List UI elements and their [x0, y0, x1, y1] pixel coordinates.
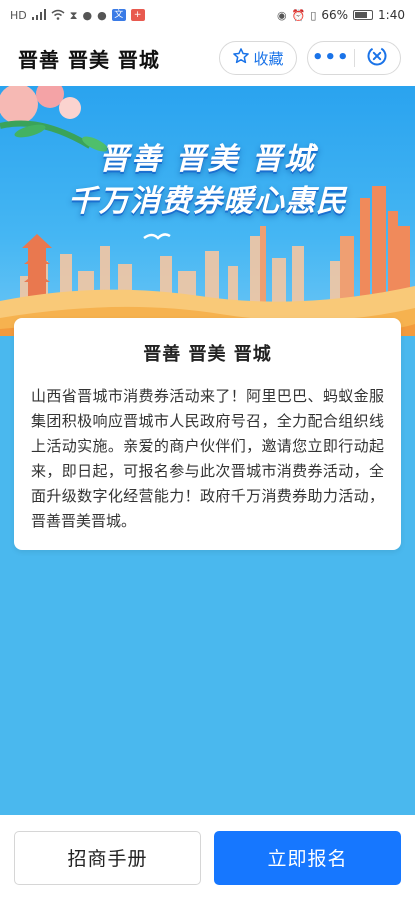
- card-body: 山西省晋城市消费券活动来了！阿里巴巴、蚂蚁金服集团积极响应晋城市人民政府号召，全…: [31, 387, 384, 530]
- star-icon: [232, 47, 250, 69]
- bottom-action-bar: 招商手册 立即报名: [0, 815, 415, 900]
- card-title: 晋善 晋美 晋城: [143, 344, 272, 365]
- signup-now-button[interactable]: 立即报名: [214, 830, 401, 885]
- translate-icon: 文: [111, 9, 126, 21]
- intro-card: 晋善 晋美 晋城 山西省晋城市消费券活动来了！阿里巴巴、蚂蚁金服集团积极响应晋城…: [14, 318, 401, 550]
- banner-headline-2: 千万消费券暖心惠民: [68, 184, 347, 219]
- more-button[interactable]: •••: [308, 41, 354, 75]
- signal-icon: [31, 8, 46, 22]
- clock: 1:40: [378, 8, 405, 22]
- close-button[interactable]: [355, 45, 401, 71]
- vibrate-icon: ▯: [310, 8, 317, 22]
- merchant-handbook-button[interactable]: 招商手册: [14, 830, 201, 885]
- banner-headline-1: 晋善 晋美 晋城: [99, 142, 316, 177]
- hd-icon: HD: [10, 8, 27, 22]
- close-icon: [366, 45, 388, 71]
- status-left: HD ⧗ ● ● 文 +: [10, 8, 145, 22]
- page-title: 晋善 晋美 晋城: [18, 47, 160, 72]
- eye-icon: ◉: [277, 8, 287, 22]
- title-bar: 晋善 晋美 晋城 收藏 •••: [0, 30, 415, 86]
- status-bar: HD ⧗ ● ● 文 + ◉ ⏰ ▯ 66% 1:40: [0, 0, 415, 30]
- favorite-label: 收藏: [253, 49, 284, 68]
- wifi-icon: [51, 9, 65, 22]
- hourglass-icon: ⧗: [69, 8, 78, 22]
- plus-app-icon: +: [130, 9, 145, 21]
- miniapp-capsule: •••: [307, 41, 401, 75]
- battery-level: 66%: [321, 8, 349, 22]
- message-icon: ●: [97, 8, 107, 22]
- banner: 晋善 晋美 晋城 千万消费券暖心惠民: [0, 86, 415, 336]
- status-right: ◉ ⏰ ▯ 66% 1:40: [277, 8, 405, 22]
- shield-icon: ●: [82, 8, 93, 22]
- alarm-icon: ⏰: [291, 8, 306, 22]
- more-icon: •••: [311, 47, 350, 68]
- battery-icon: [353, 10, 374, 20]
- favorite-button[interactable]: 收藏: [219, 41, 297, 75]
